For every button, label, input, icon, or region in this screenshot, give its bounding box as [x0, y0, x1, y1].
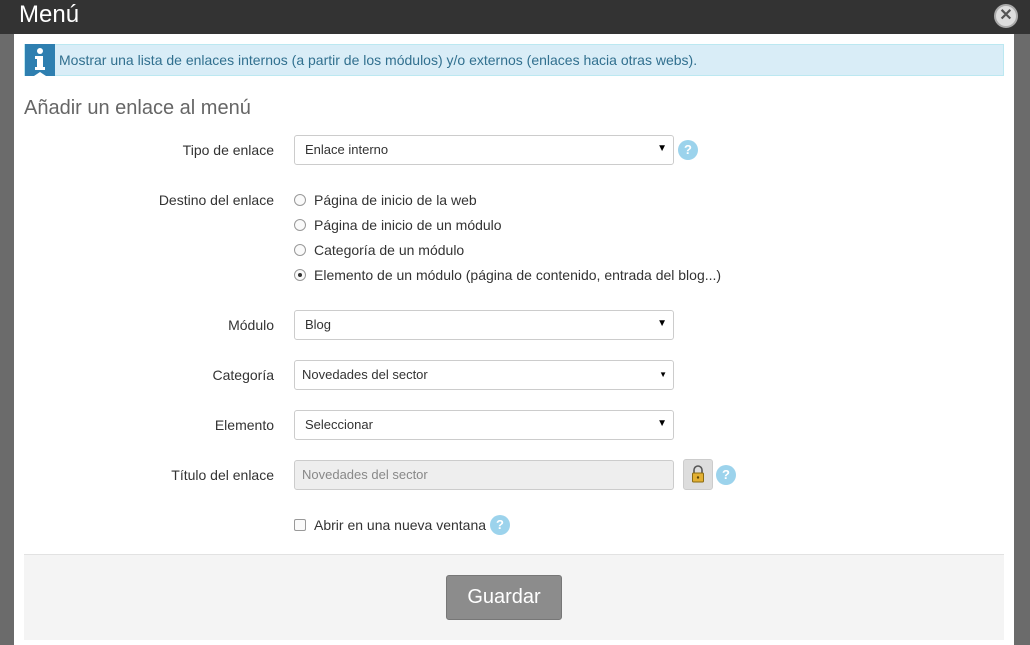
link-title-input: Novedades del sector — [294, 460, 674, 490]
link-type-label: Tipo de enlace — [182, 142, 274, 158]
close-button[interactable]: ✕ — [994, 4, 1018, 28]
chevron-down-icon: ▼ — [657, 318, 667, 329]
element-label: Elemento — [214, 417, 274, 433]
link-type-value: Enlace interno — [305, 142, 389, 157]
link-title-label: Título del enlace — [171, 467, 274, 483]
link-type-select[interactable]: Enlace interno ▼ — [294, 135, 674, 165]
unlock-title-button[interactable] — [683, 459, 713, 490]
radio-button[interactable] — [294, 244, 306, 256]
module-select[interactable]: Blog ▼ — [294, 310, 674, 340]
category-select[interactable]: Novedades del sector ▼ — [294, 360, 674, 390]
radio-button[interactable] — [294, 219, 306, 231]
new-window-checkbox[interactable] — [294, 519, 306, 531]
link-type-help-icon[interactable]: ? — [678, 140, 698, 160]
section-title: Añadir un enlace al menú — [24, 97, 251, 119]
modal-title: Menú — [19, 1, 80, 28]
modal-body: Mostrar una lista de enlaces internos (a… — [14, 34, 1014, 645]
info-text: Mostrar una lista de enlaces internos (a… — [59, 52, 698, 68]
save-button[interactable]: Guardar — [446, 575, 562, 620]
new-window-option[interactable]: Abrir en una nueva ventana — [294, 517, 486, 533]
new-window-label: Abrir en una nueva ventana — [314, 517, 487, 533]
destination-option-label: Página de inicio de la web — [314, 192, 477, 208]
new-window-help-icon[interactable]: ? — [490, 515, 510, 535]
destination-option-label: Página de inicio de un módulo — [314, 217, 502, 233]
module-label: Módulo — [228, 317, 274, 333]
element-select[interactable]: Seleccionar ▼ — [294, 410, 674, 440]
destination-label: Destino del enlace — [158, 192, 274, 208]
lock-icon — [692, 465, 704, 483]
close-icon: ✕ — [999, 7, 1013, 24]
background-left-edge — [0, 34, 14, 645]
destination-option-label: Elemento de un módulo (página de conteni… — [314, 267, 722, 283]
link-title-help-icon[interactable]: ? — [716, 465, 736, 485]
destination-option-label: Categoría de un módulo — [314, 242, 465, 258]
destination-option-category[interactable]: Categoría de un módulo — [294, 242, 464, 258]
radio-button[interactable] — [294, 194, 306, 206]
link-title-value: Novedades del sector — [302, 467, 428, 482]
chevron-down-icon: ▼ — [657, 143, 667, 154]
destination-option-module-home[interactable]: Página de inicio de un módulo — [294, 217, 502, 233]
destination-option-home[interactable]: Página de inicio de la web — [294, 192, 477, 208]
info-icon — [25, 44, 55, 76]
element-value: Seleccionar — [305, 417, 373, 432]
destination-option-element[interactable]: Elemento de un módulo (página de conteni… — [294, 267, 721, 283]
chevron-down-icon: ▼ — [657, 418, 667, 429]
modal-footer: Guardar — [24, 554, 1004, 640]
modal-titlebar: Menú ✕ — [0, 0, 1030, 34]
chevron-down-icon: ▼ — [659, 370, 667, 379]
category-label: Categoría — [212, 367, 274, 383]
category-value: Novedades del sector — [302, 367, 428, 382]
radio-button-selected[interactable] — [294, 269, 306, 281]
info-alert: Mostrar una lista de enlaces internos (a… — [24, 44, 1004, 76]
module-value: Blog — [305, 317, 332, 332]
background-right-edge — [1014, 34, 1030, 645]
